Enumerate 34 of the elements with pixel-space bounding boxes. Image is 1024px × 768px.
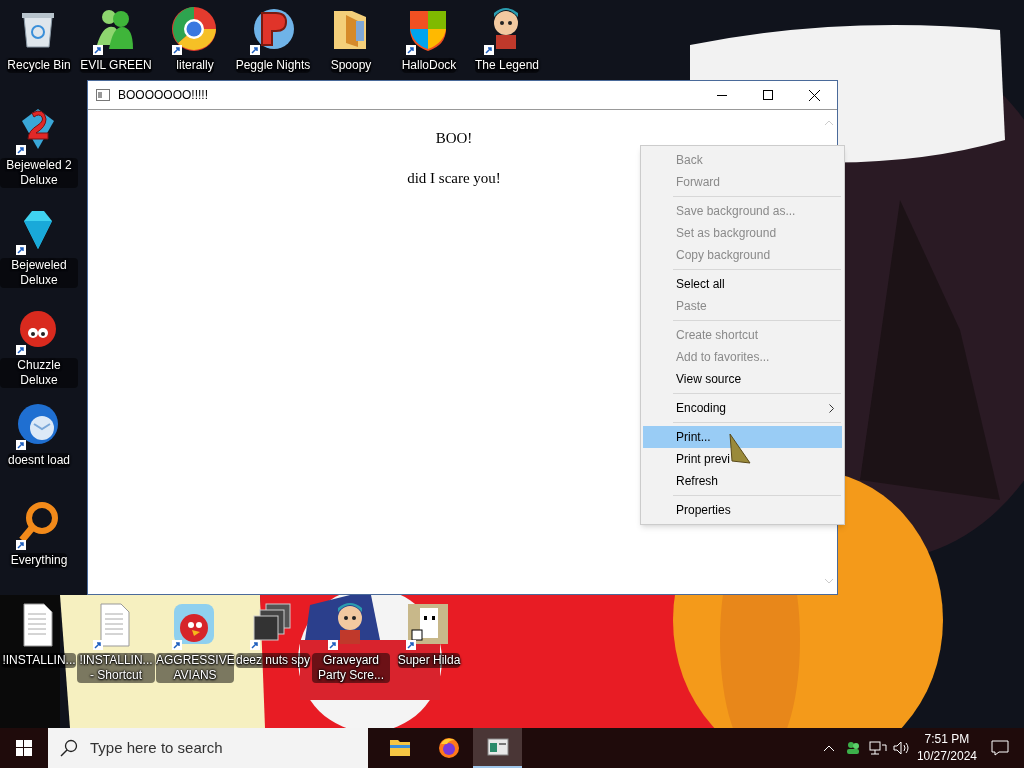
icon-label[interactable]: Bejeweled Deluxe <box>0 258 78 288</box>
cursor-icon <box>728 433 752 465</box>
people-icon[interactable] <box>844 741 861 755</box>
search-icon <box>60 739 78 757</box>
network-icon[interactable] <box>868 741 887 755</box>
speaker-icon[interactable] <box>892 741 911 755</box>
menu-item[interactable]: Encoding <box>643 397 842 419</box>
icon-label[interactable]: !INSTALLIN... - Shortcut <box>77 653 155 683</box>
menu-item[interactable]: Refresh <box>643 470 842 492</box>
clock-time: 7:51 PM <box>924 731 970 748</box>
window-icon <box>485 735 510 759</box>
menu-item[interactable]: Print... <box>643 426 842 448</box>
page-icon <box>96 89 110 101</box>
window-title: BOOOOOOO!!!!! <box>118 87 208 104</box>
browser-icon <box>436 736 461 760</box>
menu-item[interactable]: Print previ <box>643 448 842 470</box>
maximize-icon <box>763 90 773 100</box>
page-text: did I scare you! <box>407 168 501 188</box>
chevron-up-icon[interactable] <box>822 744 835 752</box>
menu-item[interactable]: Properties <box>643 499 842 521</box>
page-heading: BOO! <box>435 129 473 148</box>
clock-date: 10/27/2024 <box>916 748 977 765</box>
taskbar-app-button[interactable] <box>473 728 522 768</box>
notifications-icon[interactable] <box>991 740 1009 756</box>
windows-icon <box>16 740 32 756</box>
search-input[interactable]: Type here to search <box>90 736 340 760</box>
menu-item[interactable]: Select all <box>643 273 842 295</box>
icon-label[interactable]: Graveyard Party Scre... <box>312 653 390 683</box>
icon-label[interactable]: Bejeweled 2 Deluxe <box>0 158 78 188</box>
minimize-icon <box>717 94 727 96</box>
icon-label[interactable]: Chuzzle Deluxe <box>0 358 78 388</box>
menu-item[interactable]: View source <box>643 368 842 390</box>
close-icon <box>808 89 820 101</box>
search-field[interactable]: Type here to search <box>48 728 368 768</box>
